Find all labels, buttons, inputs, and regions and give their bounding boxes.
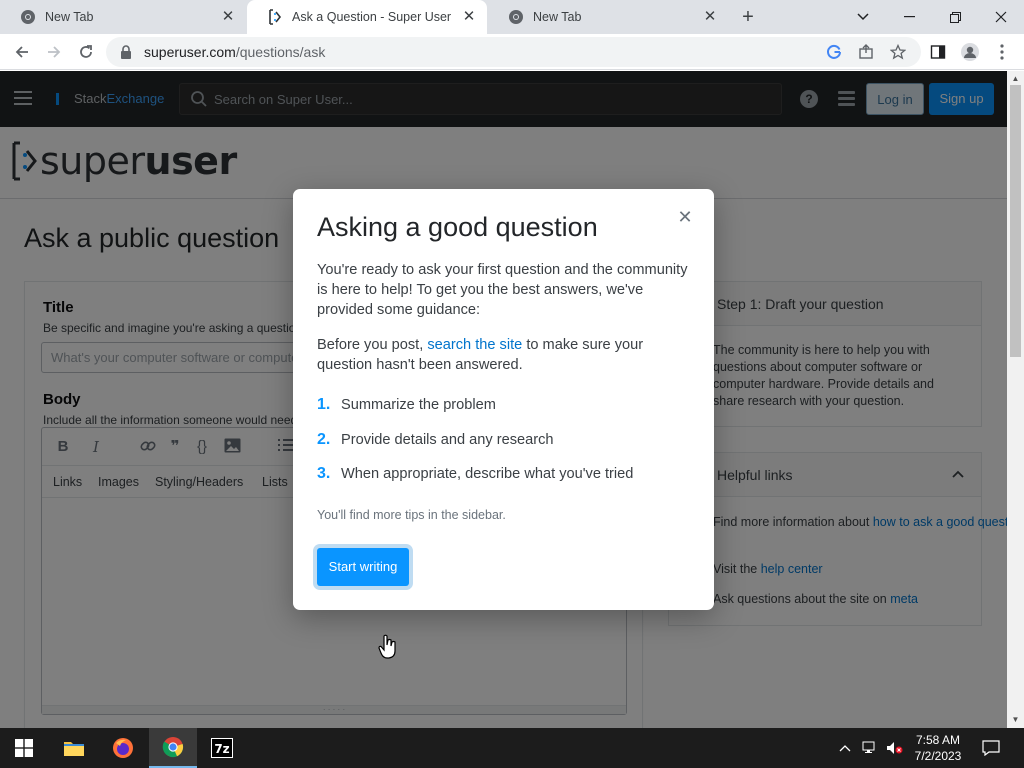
chrome-icon (20, 9, 36, 25)
step-text: Summarize the problem (341, 397, 496, 413)
browser-tab-active[interactable]: Ask a Question - Super User ✕ (247, 0, 487, 34)
hand-cursor-icon (378, 634, 396, 659)
step-number: 2. (317, 431, 331, 448)
start-writing-button[interactable]: Start writing (317, 548, 409, 586)
forward-icon[interactable] (42, 40, 66, 64)
clock-time: 7:58 AM (915, 733, 961, 747)
share-icon[interactable] (856, 42, 876, 62)
browser-tab[interactable]: New Tab ✕ (0, 0, 246, 34)
side-panel-icon[interactable] (928, 42, 948, 62)
reload-icon[interactable] (74, 40, 98, 64)
guidance-step: 3. When appropriate, describe what you'v… (317, 465, 633, 483)
profile-avatar-icon[interactable] (960, 42, 980, 62)
tab-label: New Tab (45, 10, 94, 24)
7zip-icon[interactable]: 7z (198, 728, 246, 768)
page-scrollbar[interactable]: ▲ ▼ (1007, 71, 1024, 728)
scroll-up-icon[interactable]: ▲ (1011, 74, 1020, 83)
scrollbar-thumb[interactable] (1010, 85, 1021, 357)
minimize-icon[interactable] (886, 0, 932, 34)
page-viewport: StackExchange Search on Super User... ? … (0, 71, 1007, 728)
restore-icon[interactable] (932, 0, 978, 34)
clock-date: 7/2/2023 (914, 749, 962, 763)
step-number: 1. (317, 396, 331, 413)
lock-icon (120, 45, 134, 59)
file-explorer-icon[interactable] (50, 728, 98, 768)
start-icon[interactable] (0, 728, 48, 768)
taskbar-clock[interactable]: 7:58 AM 7/2/2023 (905, 732, 971, 764)
close-tab-icon[interactable]: ✕ (461, 9, 477, 25)
windows-taskbar: 7z 7:58 AM 7/2/2023 (0, 728, 1024, 768)
search-hint-prefix: Before you post, (317, 337, 428, 353)
volume-muted-icon[interactable] (886, 728, 904, 768)
url-path: /questions/ask (235, 44, 326, 60)
close-tab-icon[interactable]: ✕ (702, 9, 718, 25)
browser-menu-icon[interactable] (992, 42, 1012, 62)
scroll-down-icon[interactable]: ▼ (1011, 715, 1020, 724)
notifications-icon[interactable] (982, 728, 1000, 768)
browser-toolbar: superuser.com/questions/ask (0, 34, 1024, 70)
tab-label: Ask a Question - Super User (292, 10, 452, 24)
close-window-icon[interactable] (978, 0, 1024, 34)
url-host: superuser.com (144, 44, 236, 60)
network-icon[interactable] (862, 728, 880, 768)
asking-guidance-modal: Asking a good question ✕ You're ready to… (293, 189, 714, 610)
search-site-link[interactable]: search the site (427, 337, 522, 353)
firefox-icon[interactable] (99, 728, 147, 768)
tab-label: New Tab (533, 10, 582, 24)
address-bar[interactable]: superuser.com/questions/ask (106, 37, 921, 67)
browser-tab-strip: New Tab ✕ Ask a Question - Super User ✕ … (0, 0, 1024, 34)
step-text: When appropriate, describe what you've t… (341, 466, 634, 482)
close-icon[interactable]: ✕ (677, 208, 693, 226)
chrome-taskbar-icon[interactable] (149, 728, 197, 768)
step-number: 3. (317, 465, 331, 482)
new-tab-icon[interactable]: + (737, 6, 759, 28)
guidance-step: 1. Summarize the problem (317, 396, 496, 414)
modal-intro: You're ready to ask your first question … (317, 262, 688, 318)
svg-text:7z: 7z (214, 742, 229, 756)
superuser-favicon-icon (267, 9, 283, 25)
guidance-step: 2. Provide details and any research (317, 431, 554, 449)
modal-tip: You'll find more tips in the sidebar. (317, 508, 506, 522)
close-tab-icon[interactable]: ✕ (220, 9, 236, 25)
tab-search-icon[interactable] (840, 0, 886, 34)
modal-search-hint: Before you post, search the site to make… (317, 335, 693, 375)
modal-title: Asking a good question (317, 212, 598, 242)
step-text: Provide details and any research (341, 432, 554, 448)
show-hidden-icons-icon[interactable] (839, 728, 851, 768)
bookmark-star-icon[interactable] (888, 42, 908, 62)
google-icon[interactable] (824, 42, 844, 62)
chrome-icon (508, 9, 524, 25)
back-icon[interactable] (10, 40, 34, 64)
browser-tab[interactable]: New Tab ✕ (488, 0, 728, 34)
